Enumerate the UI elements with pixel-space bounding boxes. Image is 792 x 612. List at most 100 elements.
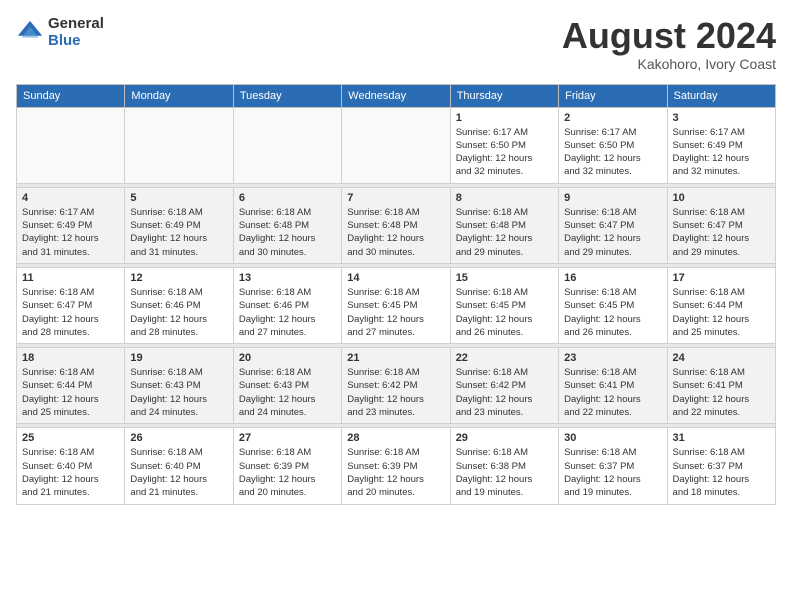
day-content: Sunrise: 6:18 AM Sunset: 6:39 PM Dayligh…	[239, 446, 336, 499]
day-number: 19	[130, 352, 227, 364]
day-content: Sunrise: 6:18 AM Sunset: 6:39 PM Dayligh…	[347, 446, 444, 499]
calendar-cell: 3 Sunrise: 6:17 AM Sunset: 6:49 PM Daylig…	[667, 107, 775, 183]
day-content: Sunrise: 6:18 AM Sunset: 6:44 PM Dayligh…	[673, 286, 770, 339]
calendar-header-row: SundayMondayTuesdayWednesdayThursdayFrid…	[17, 84, 776, 107]
day-content: Sunrise: 6:18 AM Sunset: 6:47 PM Dayligh…	[564, 206, 661, 259]
day-number: 1	[456, 112, 553, 124]
day-number: 7	[347, 192, 444, 204]
day-number: 6	[239, 192, 336, 204]
calendar-cell: 13Sunrise: 6:18 AM Sunset: 6:46 PM Dayli…	[233, 267, 341, 343]
calendar-cell	[125, 107, 233, 183]
day-number: 30	[564, 432, 661, 444]
day-content: Sunrise: 6:18 AM Sunset: 6:47 PM Dayligh…	[22, 286, 119, 339]
logo-icon	[16, 19, 44, 47]
calendar-cell: 29 Sunrise: 6:18 AM Sunset: 6:38 PM Dayli…	[450, 428, 558, 504]
day-content: Sunrise: 6:17 AM Sunset: 6:49 PM Dayligh…	[22, 206, 119, 259]
calendar-cell: 25 Sunrise: 6:18 AM Sunset: 6:40 PM Dayli…	[17, 428, 125, 504]
day-number: 27	[239, 432, 336, 444]
logo: General Blue	[16, 16, 104, 49]
day-content: Sunrise: 6:17 AM Sunset: 6:49 PM Dayligh…	[673, 126, 770, 179]
calendar-cell: 17 Sunrise: 6:18 AM Sunset: 6:44 PM Dayli…	[667, 267, 775, 343]
day-content: Sunrise: 6:18 AM Sunset: 6:47 PM Dayligh…	[673, 206, 770, 259]
day-number: 12	[130, 272, 227, 284]
day-content: Sunrise: 6:18 AM Sunset: 6:45 PM Dayligh…	[564, 286, 661, 339]
calendar-header-monday: Monday	[125, 84, 233, 107]
calendar-header-saturday: Saturday	[667, 84, 775, 107]
calendar-week-row: 4 Sunrise: 6:17 AM Sunset: 6:49 PM Daylig…	[17, 187, 776, 263]
calendar-cell: 31Sunrise: 6:18 AM Sunset: 6:37 PM Dayli…	[667, 428, 775, 504]
calendar-cell: 19Sunrise: 6:18 AM Sunset: 6:43 PM Dayli…	[125, 348, 233, 424]
day-number: 28	[347, 432, 444, 444]
calendar-header-wednesday: Wednesday	[342, 84, 450, 107]
day-number: 14	[347, 272, 444, 284]
day-content: Sunrise: 6:18 AM Sunset: 6:41 PM Dayligh…	[673, 366, 770, 419]
calendar-cell: 5Sunrise: 6:18 AM Sunset: 6:49 PM Daylig…	[125, 187, 233, 263]
day-number: 25	[22, 432, 119, 444]
day-number: 18	[22, 352, 119, 364]
logo-general: General	[48, 16, 104, 33]
day-number: 26	[130, 432, 227, 444]
calendar-cell: 23Sunrise: 6:18 AM Sunset: 6:41 PM Dayli…	[559, 348, 667, 424]
day-number: 21	[347, 352, 444, 364]
calendar-cell: 22 Sunrise: 6:18 AM Sunset: 6:42 PM Dayli…	[450, 348, 558, 424]
day-number: 20	[239, 352, 336, 364]
day-content: Sunrise: 6:18 AM Sunset: 6:40 PM Dayligh…	[22, 446, 119, 499]
calendar-cell: 28 Sunrise: 6:18 AM Sunset: 6:39 PM Dayli…	[342, 428, 450, 504]
day-number: 9	[564, 192, 661, 204]
day-content: Sunrise: 6:18 AM Sunset: 6:38 PM Dayligh…	[456, 446, 553, 499]
calendar-cell: 2 Sunrise: 6:17 AM Sunset: 6:50 PM Daylig…	[559, 107, 667, 183]
day-content: Sunrise: 6:18 AM Sunset: 6:49 PM Dayligh…	[130, 206, 227, 259]
calendar-cell: 12 Sunrise: 6:18 AM Sunset: 6:46 PM Dayli…	[125, 267, 233, 343]
day-number: 3	[673, 112, 770, 124]
calendar-week-row: 25 Sunrise: 6:18 AM Sunset: 6:40 PM Dayli…	[17, 428, 776, 504]
day-content: Sunrise: 6:18 AM Sunset: 6:42 PM Dayligh…	[456, 366, 553, 419]
day-number: 10	[673, 192, 770, 204]
day-content: Sunrise: 6:18 AM Sunset: 6:42 PM Dayligh…	[347, 366, 444, 419]
location-subtitle: Kakohoro, Ivory Coast	[562, 56, 776, 72]
calendar-cell: 9 Sunrise: 6:18 AM Sunset: 6:47 PM Daylig…	[559, 187, 667, 263]
calendar-header-sunday: Sunday	[17, 84, 125, 107]
day-number: 13	[239, 272, 336, 284]
day-content: Sunrise: 6:18 AM Sunset: 6:37 PM Dayligh…	[673, 446, 770, 499]
calendar-cell: 27 Sunrise: 6:18 AM Sunset: 6:39 PM Dayli…	[233, 428, 341, 504]
day-number: 15	[456, 272, 553, 284]
day-content: Sunrise: 6:18 AM Sunset: 6:48 PM Dayligh…	[456, 206, 553, 259]
day-number: 8	[456, 192, 553, 204]
day-content: Sunrise: 6:18 AM Sunset: 6:45 PM Dayligh…	[347, 286, 444, 339]
calendar-cell	[17, 107, 125, 183]
day-content: Sunrise: 6:18 AM Sunset: 6:41 PM Dayligh…	[564, 366, 661, 419]
day-content: Sunrise: 6:17 AM Sunset: 6:50 PM Dayligh…	[456, 126, 553, 179]
day-number: 29	[456, 432, 553, 444]
calendar-cell	[342, 107, 450, 183]
calendar-cell: 10 Sunrise: 6:18 AM Sunset: 6:47 PM Dayli…	[667, 187, 775, 263]
calendar-cell: 8 Sunrise: 6:18 AM Sunset: 6:48 PM Daylig…	[450, 187, 558, 263]
day-number: 4	[22, 192, 119, 204]
calendar-cell: 14 Sunrise: 6:18 AM Sunset: 6:45 PM Dayli…	[342, 267, 450, 343]
calendar-cell: 1 Sunrise: 6:17 AM Sunset: 6:50 PM Daylig…	[450, 107, 558, 183]
calendar-header-friday: Friday	[559, 84, 667, 107]
day-content: Sunrise: 6:17 AM Sunset: 6:50 PM Dayligh…	[564, 126, 661, 179]
day-content: Sunrise: 6:18 AM Sunset: 6:46 PM Dayligh…	[130, 286, 227, 339]
calendar-week-row: 18 Sunrise: 6:18 AM Sunset: 6:44 PM Dayli…	[17, 348, 776, 424]
day-content: Sunrise: 6:18 AM Sunset: 6:45 PM Dayligh…	[456, 286, 553, 339]
day-content: Sunrise: 6:18 AM Sunset: 6:40 PM Dayligh…	[130, 446, 227, 499]
calendar-cell: 6 Sunrise: 6:18 AM Sunset: 6:48 PM Daylig…	[233, 187, 341, 263]
day-content: Sunrise: 6:18 AM Sunset: 6:37 PM Dayligh…	[564, 446, 661, 499]
calendar-table: SundayMondayTuesdayWednesdayThursdayFrid…	[16, 84, 776, 505]
day-content: Sunrise: 6:18 AM Sunset: 6:48 PM Dayligh…	[347, 206, 444, 259]
day-number: 22	[456, 352, 553, 364]
day-number: 16	[564, 272, 661, 284]
calendar-cell: 24Sunrise: 6:18 AM Sunset: 6:41 PM Dayli…	[667, 348, 775, 424]
day-content: Sunrise: 6:18 AM Sunset: 6:44 PM Dayligh…	[22, 366, 119, 419]
day-content: Sunrise: 6:18 AM Sunset: 6:43 PM Dayligh…	[239, 366, 336, 419]
calendar-header-thursday: Thursday	[450, 84, 558, 107]
day-number: 17	[673, 272, 770, 284]
calendar-cell: 26 Sunrise: 6:18 AM Sunset: 6:40 PM Dayli…	[125, 428, 233, 504]
calendar-cell: 16 Sunrise: 6:18 AM Sunset: 6:45 PM Dayli…	[559, 267, 667, 343]
day-content: Sunrise: 6:18 AM Sunset: 6:48 PM Dayligh…	[239, 206, 336, 259]
calendar-cell: 15 Sunrise: 6:18 AM Sunset: 6:45 PM Dayli…	[450, 267, 558, 343]
title-block: August 2024 Kakohoro, Ivory Coast	[562, 16, 776, 72]
calendar-cell	[233, 107, 341, 183]
day-number: 2	[564, 112, 661, 124]
calendar-header-tuesday: Tuesday	[233, 84, 341, 107]
